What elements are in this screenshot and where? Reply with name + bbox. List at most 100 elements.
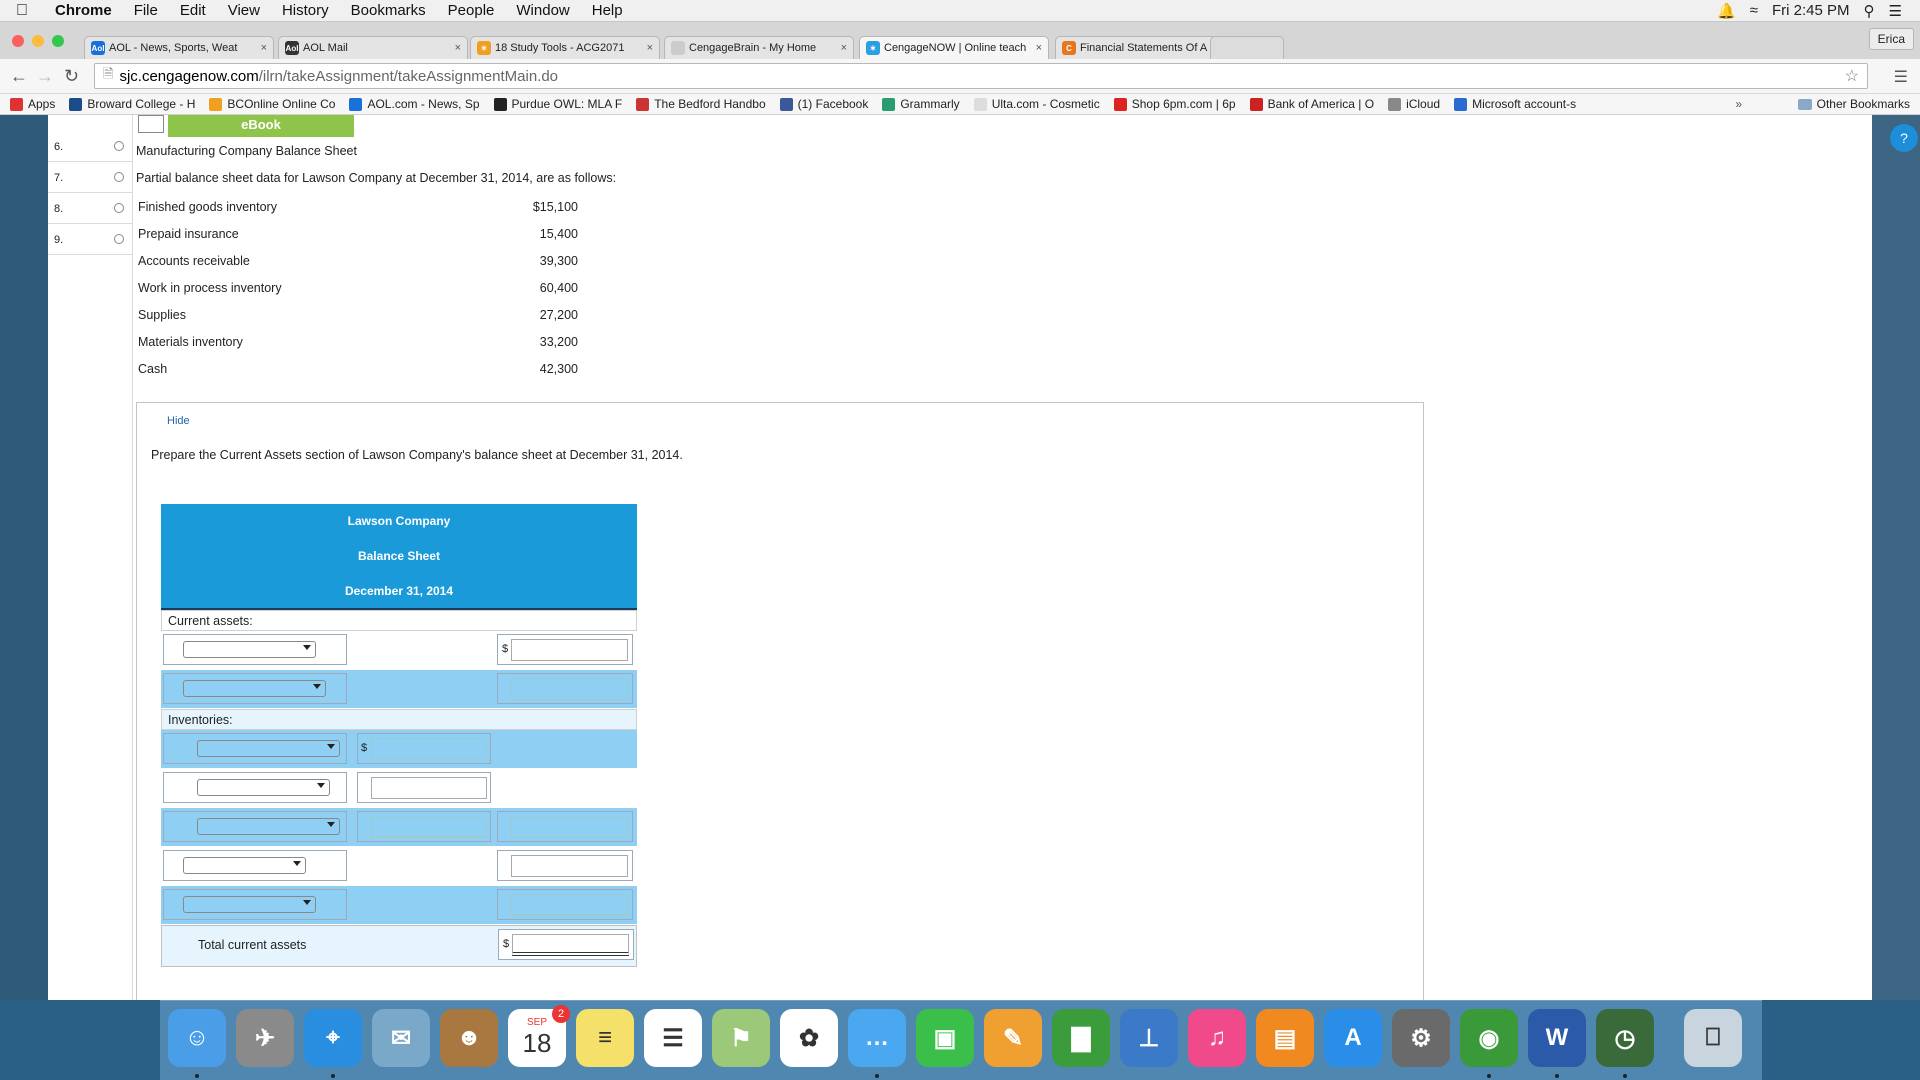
inventory-select[interactable] (197, 740, 340, 757)
ebook-icon[interactable] (138, 115, 164, 133)
bookmark-item[interactable]: Grammarly (882, 97, 960, 111)
browser-tab[interactable]: CengageBrain - My Home × (664, 36, 854, 59)
menu-bookmarks[interactable]: Bookmarks (340, 2, 437, 19)
amount-input[interactable] (511, 894, 628, 916)
messages-icon[interactable]: … (848, 1009, 906, 1067)
question-nav-item[interactable]: 7. (48, 162, 133, 193)
menu-history[interactable]: History (271, 2, 340, 19)
launchpad-icon[interactable]: ✈ (236, 1009, 294, 1067)
wifi-icon[interactable]: ≈ (1750, 2, 1758, 19)
data-value: 60,400 (539, 281, 578, 295)
keynote-icon[interactable]: ⊥ (1120, 1009, 1178, 1067)
reminders-icon[interactable]: ☰ (644, 1009, 702, 1067)
menu-people[interactable]: People (437, 2, 506, 19)
tab-close-icon[interactable]: × (841, 42, 847, 54)
back-arrow-icon[interactable]: ← (10, 66, 28, 87)
forward-arrow-icon[interactable]: → (36, 66, 54, 87)
safari-icon[interactable]: ⌖ (304, 1009, 362, 1067)
menu-help[interactable]: Help (581, 2, 634, 19)
inventory-amount-input[interactable] (371, 738, 487, 760)
browser-tab[interactable]: Aol AOL - News, Sports, Weat × (84, 36, 274, 59)
account-select[interactable] (183, 680, 326, 697)
tab-close-icon[interactable]: × (261, 42, 267, 54)
bookmark-item[interactable]: AOL.com - News, Sp (349, 97, 480, 111)
account-select[interactable] (183, 641, 316, 658)
bookmarks-overflow-button[interactable]: » (1735, 97, 1742, 111)
ibooks-icon[interactable]: ▤ (1256, 1009, 1314, 1067)
menu-window[interactable]: Window (505, 2, 580, 19)
amount-input[interactable] (511, 678, 628, 700)
bookmark-item[interactable]: (1) Facebook (779, 97, 868, 111)
apple-menu-icon[interactable]:  (0, 2, 44, 20)
menu-view[interactable]: View (217, 2, 271, 19)
bookmark-item[interactable]: Purdue OWL: MLA F (493, 97, 622, 111)
help-icon[interactable]: ? (1890, 124, 1918, 152)
hide-link[interactable]: Hide (167, 415, 190, 427)
spotlight-search-icon[interactable]: ⚲ (1864, 2, 1875, 20)
browser-tab[interactable]: Aol AOL Mail × (278, 36, 468, 59)
other-bookmarks-folder[interactable]: Other Bookmarks (1797, 97, 1910, 111)
address-bar[interactable]: 🗎 sjc.cengagenow.com/ilrn/takeAssignment… (94, 63, 1868, 89)
notes-icon[interactable]: ≡ (576, 1009, 634, 1067)
inventory-select[interactable] (197, 779, 330, 796)
bookmark-item[interactable]: Apps (10, 97, 55, 111)
maps-icon[interactable]: ⚑ (712, 1009, 770, 1067)
photos-icon[interactable]: ✿ (780, 1009, 838, 1067)
question-nav-item[interactable]: 8. (48, 193, 133, 224)
menu-file[interactable]: File (123, 2, 169, 19)
bookmark-item[interactable]: Broward College - H (69, 97, 195, 111)
tab-close-icon[interactable]: × (1036, 42, 1042, 54)
tab-close-icon[interactable]: × (455, 42, 461, 54)
bookmark-item[interactable]: BCOnline Online Co (209, 97, 335, 111)
close-window-button[interactable] (12, 35, 24, 47)
bookmark-item[interactable]: Bank of America | O (1249, 97, 1374, 111)
bookmark-item[interactable]: Shop 6pm.com | 6p (1113, 97, 1236, 111)
calendar-icon[interactable]: SEP 18 2 (508, 1005, 570, 1067)
inventory-amount-input[interactable] (371, 816, 487, 838)
ebook-button[interactable]: eBook (168, 115, 354, 137)
amount-input[interactable] (511, 855, 628, 877)
question-nav-item[interactable]: 6. (48, 131, 133, 162)
menu-edit[interactable]: Edit (169, 2, 217, 19)
system-preferences-icon[interactable]: ⚙ (1392, 1009, 1450, 1067)
account-select[interactable] (183, 857, 306, 874)
browser-tab[interactable]: ✶ 18 Study Tools - ACG2071 × (470, 36, 660, 59)
bookmark-item[interactable]: Ulta.com - Cosmetic (973, 97, 1100, 111)
chrome-menu-icon[interactable]: ☰ (1894, 67, 1908, 87)
new-tab-button[interactable] (1210, 36, 1284, 59)
minimize-window-button[interactable] (32, 35, 44, 47)
contacts-icon[interactable]: ☻ (440, 1009, 498, 1067)
notification-center-icon[interactable]: ☰ (1889, 2, 1902, 20)
tab-close-icon[interactable]: × (647, 42, 653, 54)
time-machine-icon[interactable]: ◷ (1596, 1009, 1654, 1067)
inventory-select[interactable] (197, 818, 340, 835)
trash-icon[interactable]: ⎕ (1684, 1009, 1742, 1067)
clock[interactable]: Fri 2:45 PM (1772, 2, 1850, 19)
chrome-icon[interactable]: ◉ (1460, 1009, 1518, 1067)
notification-bell-icon[interactable]: 🔔 (1717, 2, 1736, 20)
numbers-icon[interactable]: ▇ (1052, 1009, 1110, 1067)
menu-chrome[interactable]: Chrome (44, 2, 123, 19)
account-select[interactable] (183, 896, 316, 913)
itunes-icon[interactable]: ♫ (1188, 1009, 1246, 1067)
question-nav-item[interactable]: 9. (48, 224, 133, 255)
profile-button[interactable]: Erica (1868, 28, 1914, 50)
bookmark-favicon-icon (349, 97, 363, 111)
bookmark-item[interactable]: Microsoft account-s (1454, 97, 1576, 111)
app-store-icon[interactable]: A (1324, 1009, 1382, 1067)
finder-icon[interactable]: ☺ (168, 1009, 226, 1067)
bookmark-item[interactable]: iCloud (1388, 97, 1440, 111)
bookmark-item[interactable]: The Bedford Handbo (636, 97, 766, 111)
bookmark-star-icon[interactable]: ☆ (1845, 66, 1859, 86)
total-current-assets-input[interactable] (512, 934, 629, 956)
zoom-window-button[interactable] (52, 35, 64, 47)
amount-input[interactable] (511, 639, 628, 661)
browser-tab[interactable]: ✶ CengageNOW | Online teach × (859, 36, 1049, 59)
inventory-total-input[interactable] (511, 816, 628, 838)
facetime-icon[interactable]: ▣ (916, 1009, 974, 1067)
pages-icon[interactable]: ✎ (984, 1009, 1042, 1067)
inventory-amount-input[interactable] (371, 777, 487, 799)
mail-icon[interactable]: ✉ (372, 1009, 430, 1067)
reload-icon[interactable]: ↻ (64, 66, 79, 87)
word-icon[interactable]: W (1528, 1009, 1586, 1067)
